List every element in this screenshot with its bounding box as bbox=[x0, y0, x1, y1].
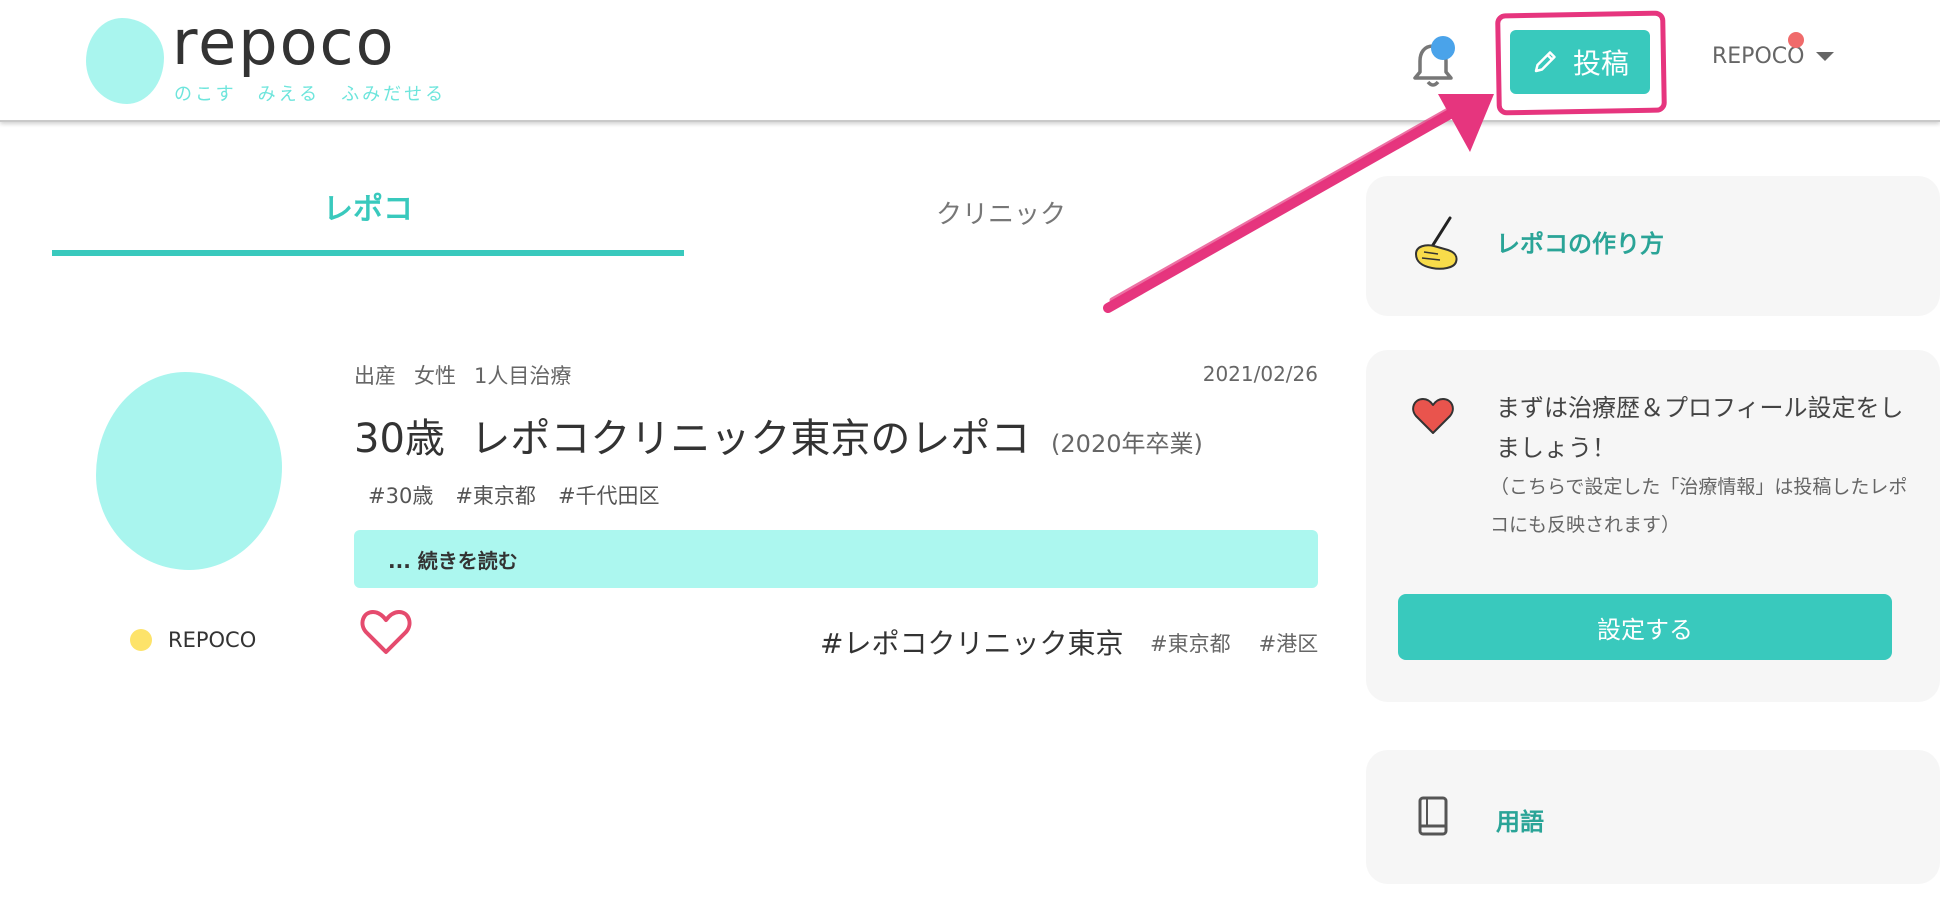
meta-item: 女性 bbox=[414, 364, 456, 388]
glossary-link[interactable]: 用語 bbox=[1496, 802, 1544, 837]
notification-dot bbox=[1431, 36, 1455, 60]
author-badge[interactable]: REPOCO bbox=[130, 628, 256, 652]
tab-active-underline bbox=[52, 250, 684, 256]
tab-clinic[interactable]: クリニック bbox=[690, 194, 1312, 231]
user-menu[interactable]: REPOCO bbox=[1712, 44, 1835, 69]
post-button-label: 投稿 bbox=[1572, 47, 1629, 80]
post-title[interactable]: 30歳 レポコクリニック東京のレポコ (2020年卒業) bbox=[354, 406, 1203, 464]
post-title-text: 30歳 レポコクリニック東京のレポコ bbox=[354, 416, 1031, 462]
caret-down-icon bbox=[1816, 52, 1835, 61]
setup-message: まずは治療歴＆プロフィール設定をしましょう！ bbox=[1496, 394, 1904, 462]
logo-wordmark[interactable]: repoco bbox=[172, 6, 396, 79]
pencil-icon bbox=[1534, 51, 1556, 73]
logo-blob[interactable] bbox=[86, 18, 164, 104]
howto-link[interactable]: レポコの作り方 bbox=[1496, 224, 1664, 259]
post-button[interactable]: 投稿 bbox=[1510, 30, 1650, 94]
graduation-label: (2020年卒業) bbox=[1051, 430, 1203, 458]
book-icon bbox=[1418, 796, 1448, 836]
meta-item: 出産 bbox=[354, 364, 396, 388]
top-header: repoco のこす みえる ふみだせる 投稿 REPOCO bbox=[0, 0, 1940, 122]
setup-button[interactable]: 設定する bbox=[1398, 594, 1892, 660]
location-tag-link[interactable]: #東京都 bbox=[1150, 628, 1231, 658]
tag-link[interactable]: #東京都 bbox=[455, 480, 536, 510]
author-status-dot bbox=[130, 629, 152, 651]
location-tags: #東京都 #港区 bbox=[1150, 628, 1318, 658]
setup-note: （こちらで設定した「治療情報」は投稿したレポコにも反映されます） bbox=[1490, 476, 1908, 536]
user-status-dot bbox=[1788, 32, 1804, 48]
hand-writing-icon bbox=[1414, 216, 1458, 270]
tag-link[interactable]: #千代田区 bbox=[558, 480, 660, 510]
location-tag-link[interactable]: #港区 bbox=[1259, 628, 1319, 658]
post-date: 2021/02/26 bbox=[1202, 362, 1318, 386]
logo-tagline: のこす みえる ふみだせる bbox=[174, 84, 447, 105]
post-meta: 出産 女性 1人目治療 bbox=[354, 360, 571, 390]
author-name: REPOCO bbox=[168, 628, 257, 652]
howto-card[interactable]: レポコの作り方 bbox=[1366, 176, 1940, 316]
heart-icon bbox=[1412, 398, 1454, 434]
clinic-tag-link[interactable]: #レポコクリニック東京 bbox=[820, 622, 1123, 662]
tag-link[interactable]: #30歳 bbox=[368, 480, 433, 510]
avatar[interactable] bbox=[96, 372, 282, 570]
tab-repoco[interactable]: レポコ bbox=[52, 184, 684, 228]
meta-item: 1人目治療 bbox=[474, 364, 572, 388]
like-heart-icon[interactable] bbox=[360, 608, 412, 656]
post-tags: #30歳 #東京都 #千代田区 bbox=[368, 480, 660, 510]
profile-setup-card: まずは治療歴＆プロフィール設定をしましょう！ （こちらで設定した「治療情報」は投… bbox=[1366, 350, 1940, 702]
glossary-card[interactable]: 用語 bbox=[1366, 750, 1940, 884]
read-more-button[interactable]: ... 続きを読む bbox=[354, 530, 1318, 588]
user-name: REPOCO bbox=[1712, 44, 1805, 69]
